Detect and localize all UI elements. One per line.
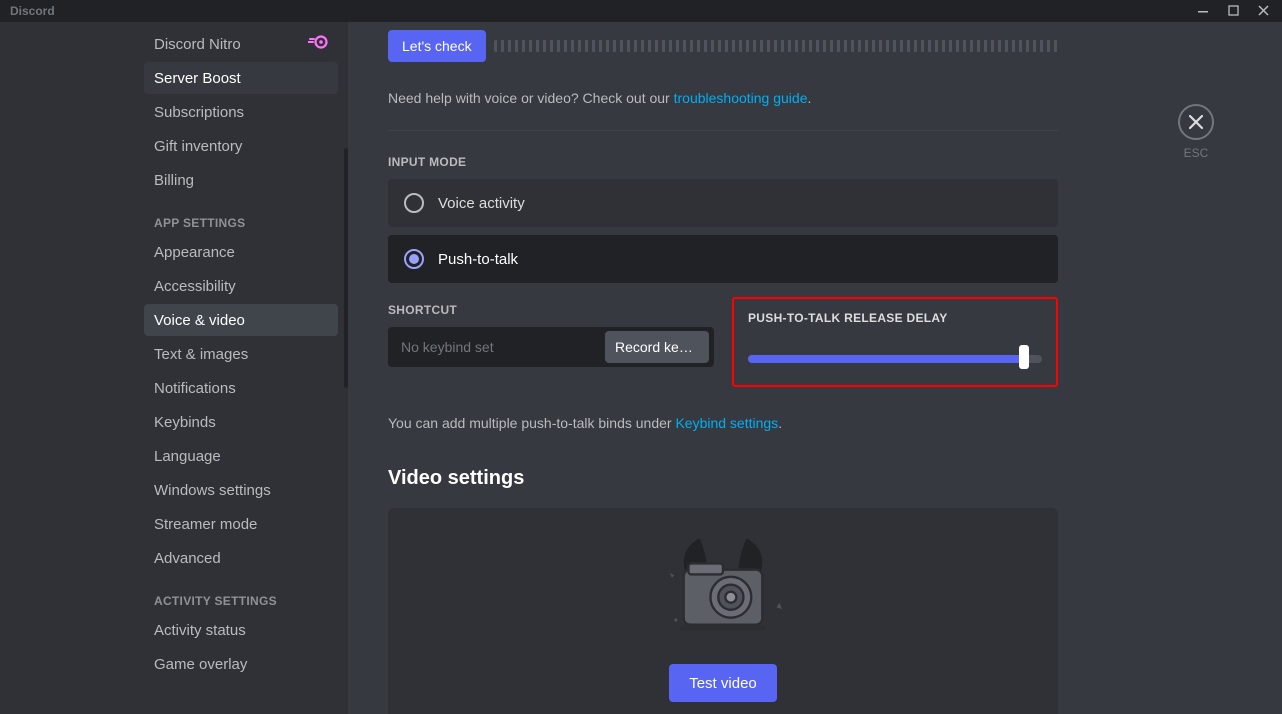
sidebar-item-label: Activity status [154, 622, 246, 639]
sidebar-item-label: Subscriptions [154, 104, 244, 121]
sidebar-item-keybinds[interactable]: Keybinds [144, 406, 338, 438]
radio-icon [404, 193, 424, 213]
sidebar-item-gift-inventory[interactable]: Gift inventory [144, 130, 338, 162]
sidebar-item-game-overlay[interactable]: Game overlay [144, 648, 338, 680]
sidebar-item-label: Streamer mode [154, 516, 257, 533]
sidebar-item-subscriptions[interactable]: Subscriptions [144, 96, 338, 128]
sidebar-item-text-images[interactable]: Text & images [144, 338, 338, 370]
sidebar-item-label: Game overlay [154, 656, 247, 673]
radio-push-to-talk[interactable]: Push-to-talk [388, 235, 1058, 283]
sidebar-header-activity-settings: ACTIVITY SETTINGS [144, 586, 338, 614]
divider [388, 130, 1058, 131]
slider-thumb[interactable] [1019, 345, 1029, 369]
sidebar-item-label: Language [154, 448, 221, 465]
sidebar-item-label: Text & images [154, 346, 248, 363]
ptt-delay-label: PUSH-TO-TALK RELEASE DELAY [748, 311, 1042, 325]
maximize-button[interactable] [1220, 1, 1248, 21]
help-text: Need help with voice or video? Check out… [388, 90, 1058, 106]
sidebar-item-accessibility[interactable]: Accessibility [144, 270, 338, 302]
radio-label: Push-to-talk [438, 251, 518, 268]
sidebar-header-app-settings: APP SETTINGS [144, 208, 338, 236]
sidebar-item-language[interactable]: Language [144, 440, 338, 472]
test-video-button[interactable]: Test video [669, 664, 777, 702]
sidebar-item-label: Notifications [154, 380, 236, 397]
camera-illustration-icon [643, 532, 803, 642]
app-name: Discord [4, 4, 55, 18]
radio-label: Voice activity [438, 195, 525, 212]
close-label: ESC [1178, 146, 1214, 160]
sidebar-item-label: Keybinds [154, 414, 216, 431]
sidebar-item-billing[interactable]: Billing [144, 164, 338, 196]
sidebar-item-label: Voice & video [154, 312, 245, 329]
sidebar-item-label: Accessibility [154, 278, 236, 295]
keybind-settings-link[interactable]: Keybind settings [675, 415, 778, 431]
ptt-delay-highlight: PUSH-TO-TALK RELEASE DELAY [732, 297, 1058, 387]
shortcut-placeholder: No keybind set [401, 339, 494, 355]
video-preview-box: Test video [388, 508, 1058, 714]
shortcut-label: SHORTCUT [388, 303, 714, 317]
settings-content: ESC Let's check Need help with voice or … [348, 22, 1282, 714]
close-window-button[interactable] [1250, 1, 1278, 21]
sidebar-item-label: Advanced [154, 550, 221, 567]
radio-icon [404, 249, 424, 269]
sidebar-item-label: Server Boost [154, 70, 241, 87]
close-settings-button[interactable] [1178, 104, 1214, 140]
lets-check-button[interactable]: Let's check [388, 30, 486, 62]
sidebar-item-windows-settings[interactable]: Windows settings [144, 474, 338, 506]
ptt-delay-slider[interactable] [748, 347, 1042, 367]
sidebar-item-label: Windows settings [154, 482, 271, 499]
sidebar-item-nitro[interactable]: Discord Nitro [144, 28, 338, 60]
nitro-icon [308, 35, 328, 53]
shortcut-input[interactable]: No keybind set Record keybi... [388, 327, 714, 367]
troubleshooting-link[interactable]: troubleshooting guide [674, 90, 808, 106]
sidebar-item-appearance[interactable]: Appearance [144, 236, 338, 268]
sidebar-item-streamer-mode[interactable]: Streamer mode [144, 508, 338, 540]
record-keybind-button[interactable]: Record keybi... [605, 331, 709, 363]
video-settings-heading: Video settings [388, 467, 1058, 490]
sidebar-item-activity-status[interactable]: Activity status [144, 614, 338, 646]
sidebar-item-label: Discord Nitro [154, 36, 241, 53]
sidebar-item-notifications[interactable]: Notifications [144, 372, 338, 404]
sidebar-item-voice-video[interactable]: Voice & video [144, 304, 338, 336]
sidebar-item-advanced[interactable]: Advanced [144, 542, 338, 574]
sidebar-item-label: Appearance [154, 244, 235, 261]
settings-sidebar: Discord Nitro Server Boost Subscriptions… [0, 22, 348, 714]
mic-level-meter [494, 40, 1058, 52]
sidebar-item-server-boost[interactable]: Server Boost [144, 62, 338, 94]
title-bar: Discord [0, 0, 1282, 22]
window-controls [1190, 1, 1278, 21]
keybind-note: You can add multiple push-to-talk binds … [388, 415, 1058, 431]
radio-voice-activity[interactable]: Voice activity [388, 179, 1058, 227]
input-mode-label: INPUT MODE [388, 155, 1058, 169]
sidebar-item-label: Gift inventory [154, 138, 242, 155]
minimize-button[interactable] [1190, 1, 1218, 21]
sidebar-item-label: Billing [154, 172, 194, 189]
